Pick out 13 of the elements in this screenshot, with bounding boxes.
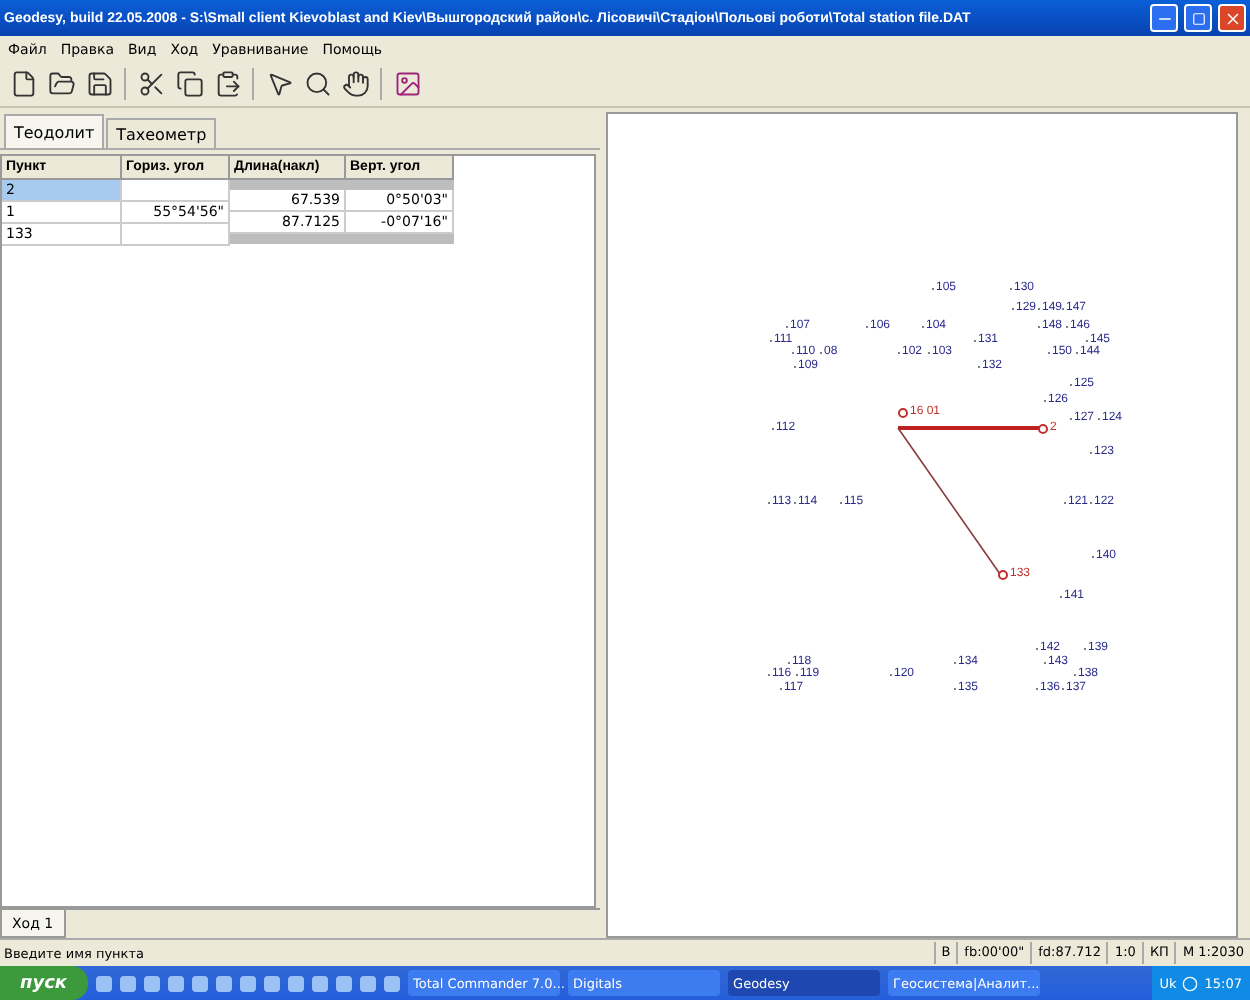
tab[interactable]: Тахеометр: [106, 118, 217, 148]
tray-icon[interactable]: [1182, 975, 1199, 991]
maximize-button[interactable]: [1184, 4, 1212, 32]
maximize-icon: [1191, 11, 1205, 25]
table-cell: [122, 180, 230, 202]
close-icon: [1223, 9, 1241, 27]
minimize-button[interactable]: [1150, 4, 1178, 32]
tab[interactable]: Теодолит: [4, 114, 105, 148]
table-cell: [122, 224, 230, 246]
hand-button[interactable]: [338, 66, 372, 102]
start-button[interactable]: пуск: [0, 966, 88, 1000]
copy-button[interactable]: [172, 66, 206, 102]
close-button[interactable]: [1218, 4, 1246, 32]
